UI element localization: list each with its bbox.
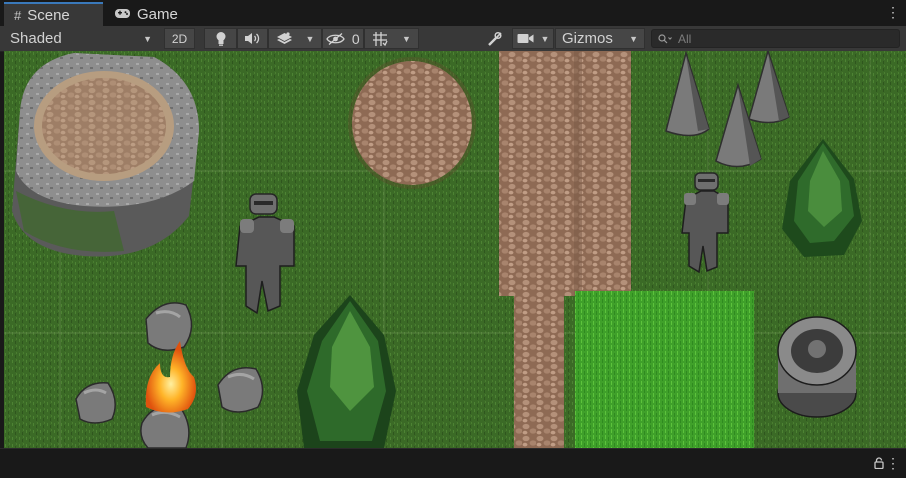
scene-status-bar: ⋮ (0, 448, 906, 478)
more-options-icon[interactable]: ⋮ (886, 455, 900, 471)
search-icon (658, 33, 672, 43)
camera-dropdown[interactable]: ▼ (512, 28, 554, 49)
lightbulb-icon (216, 32, 225, 46)
tab-scene[interactable]: # Scene (4, 2, 103, 26)
shading-mode-dropdown[interactable]: Shaded ▼ (4, 28, 158, 49)
grid-icon: # (14, 7, 22, 23)
tab-game-label: Game (137, 5, 178, 23)
chevron-down-icon: ▼ (540, 33, 550, 44)
tab-game[interactable]: Game (110, 2, 194, 26)
more-options-icon[interactable]: ⋮ (886, 4, 900, 20)
lock-icon[interactable] (874, 457, 884, 472)
shading-mode-label: Shaded (10, 30, 62, 47)
gamepad-icon (114, 7, 131, 22)
tab-scene-label: Scene (27, 6, 70, 24)
effects-dropdown[interactable]: ▼ (268, 28, 322, 49)
bright-grass-patch[interactable] (575, 291, 754, 448)
gizmos-label: Gizmos (562, 30, 613, 47)
scene-visibility-toggle[interactable]: 0 (322, 28, 364, 49)
stone-well[interactable] (777, 316, 857, 418)
hierarchy-search-field[interactable]: All (651, 29, 900, 48)
mode-2d-toggle[interactable]: 2D (164, 28, 195, 49)
effects-layers-icon (276, 31, 292, 44)
wrench-icon (488, 31, 502, 46)
gizmos-dropdown[interactable]: Gizmos ▼ (555, 28, 645, 49)
chevron-down-icon: ▼ (402, 33, 411, 44)
chevron-down-icon: ▼ (305, 33, 315, 44)
speaker-icon (245, 33, 260, 44)
mode-2d-label: 2D (171, 31, 188, 46)
search-placeholder: All (678, 31, 692, 46)
audio-toggle[interactable] (237, 28, 268, 49)
tools-button[interactable] (479, 28, 511, 49)
grid-snapping-dropdown[interactable]: ▼ (364, 28, 419, 49)
chevron-down-icon: ▼ (143, 33, 152, 44)
chevron-down-icon: ▼ (629, 33, 638, 44)
tab-bar: # Scene Game ⋮ (0, 0, 906, 27)
rock-plateau[interactable] (12, 53, 199, 257)
dirt-patch[interactable] (348, 57, 476, 189)
hidden-count: 0 (351, 30, 360, 47)
scene-viewport[interactable] (4, 51, 906, 448)
lighting-toggle[interactable] (204, 28, 237, 49)
grid-snap-icon (373, 31, 388, 46)
scene-toolbar: Shaded ▼ 2D ▼ 0 ▼ ▼ Gizmos ▼ All (0, 26, 906, 52)
scene-canvas[interactable] (4, 51, 906, 448)
camera-icon (517, 34, 534, 43)
eye-slash-icon (326, 32, 346, 45)
